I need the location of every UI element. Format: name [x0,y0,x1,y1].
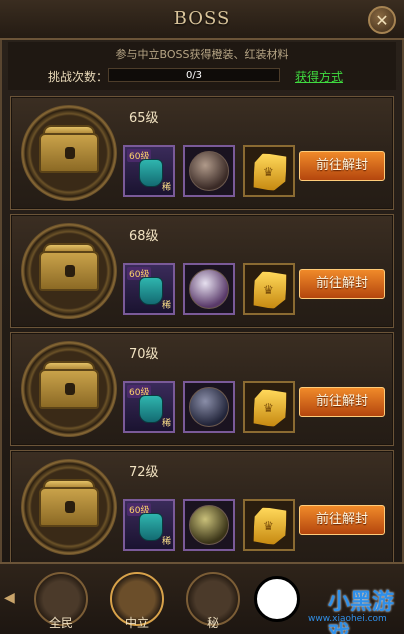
armor-reward-slot[interactable]: 60级 稀 [123,263,175,315]
info-bar: 参与中立BOSS获得橙装、红装材料 挑战次数： 0/3 获得方式 [8,42,396,90]
nav-item-zhongli[interactable]: 中立 [110,572,164,630]
boss-portrait-icon [189,505,229,545]
armor-reward-slot[interactable]: 60级 稀 [123,381,175,433]
boss-card: 68级 60级 稀 ♛ 前往解封 [10,214,394,328]
nav-label: 全民 [48,616,73,630]
armor-icon [139,159,163,187]
boss-portrait-icon [189,387,229,427]
nav-label: 中立 [124,616,149,630]
boss-portrait-icon [189,151,229,191]
armor-reward-slot[interactable]: 60级 稀 [123,145,175,197]
boss-portrait-slot[interactable] [183,381,235,433]
close-button[interactable]: ✕ [368,6,396,34]
boss-level: 70级 [129,347,159,362]
treasure-chest-icon [21,105,117,201]
treasure-chest-icon [21,223,117,319]
crown-icon: ♛ [263,283,274,297]
armor-rarity-tag: 稀 [161,301,171,311]
nav-label: 秘 [206,616,219,630]
armor-icon [139,395,163,423]
go-unseal-button[interactable]: 前往解封 [299,151,385,181]
armor-reward-slot[interactable]: 60级 稀 [123,499,175,551]
boss-level: 65级 [129,111,159,126]
obtain-method-link[interactable]: 获得方式 [295,68,343,85]
boss-level: 72级 [129,465,159,480]
treasure-chest-icon [21,459,117,555]
boss-portrait-slot[interactable] [183,499,235,551]
nav-left-arrow-icon[interactable]: ◀ [4,590,15,606]
nav-item-quanmin[interactable]: 全民 [34,572,88,630]
watermark-brand: 小黑游戏 [328,590,395,634]
attempts-progress-text: 0/3 [185,70,203,81]
close-icon: ✕ [375,10,389,30]
go-unseal-button[interactable]: 前往解封 [299,505,385,535]
boss-card: 70级 60级 稀 ♛ 前往解封 [10,332,394,446]
window-header: BOSS ✕ [0,0,404,40]
boss-portrait-slot[interactable] [183,263,235,315]
boss-portrait-icon [189,269,229,309]
crown-icon: ♛ [263,519,274,533]
info-description: 参与中立BOSS获得橙装、红装材料 [115,48,289,61]
crown-reward-slot[interactable]: ♛ [243,263,295,315]
window-title: BOSS [173,8,231,29]
crown-reward-slot[interactable]: ♛ [243,499,295,551]
nav-item-mi[interactable]: 秘 [186,572,240,630]
panda-icon [254,576,300,622]
attempts-label: 挑战次数： [48,70,109,84]
go-unseal-button[interactable]: 前往解封 [299,387,385,417]
boss-level: 68级 [129,229,159,244]
crown-icon: ♛ [263,401,274,415]
crown-reward-slot[interactable]: ♛ [243,145,295,197]
armor-rarity-tag: 稀 [161,537,171,547]
attempts-progress-bar: 0/3 [108,68,280,82]
go-unseal-button[interactable]: 前往解封 [299,269,385,299]
armor-icon [139,513,163,541]
boss-card: 65级 60级 稀 ♛ 前往解封 [10,96,394,210]
crown-reward-slot[interactable]: ♛ [243,381,295,433]
crown-icon: ♛ [263,165,274,179]
boss-portrait-slot[interactable] [183,145,235,197]
boss-card: 72级 60级 稀 ♛ 前往解封 [10,450,394,564]
armor-icon [139,277,163,305]
armor-rarity-tag: 稀 [161,419,171,429]
bottom-nav: ◀ 全民 中立 秘 小黑游戏 www.xiaohei.com [0,562,404,634]
armor-rarity-tag: 稀 [161,183,171,193]
watermark-site: www.xiaohei.com [308,614,387,624]
treasure-chest-icon [21,341,117,437]
watermark-logo: 小黑游戏 www.xiaohei.com [248,574,398,634]
